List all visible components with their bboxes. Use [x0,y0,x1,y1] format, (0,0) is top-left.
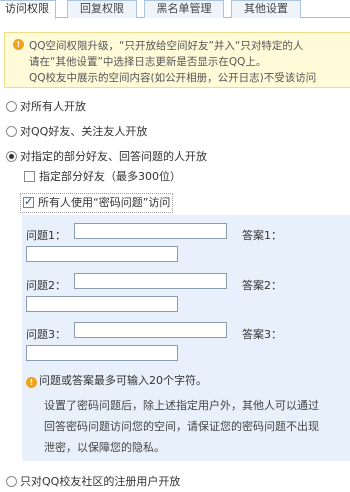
option-label: 对QQ好友、关注友人开放 [20,125,148,138]
radio-button-selected[interactable] [6,151,17,162]
question-2-input[interactable] [74,273,227,289]
option-label: 对指定的部分好友、回答问题的人开放 [20,150,207,163]
tab-reply-permission[interactable]: 回复权限 [67,0,137,18]
answer-3-label: 答案3： [242,328,282,341]
checkbox-checked[interactable] [23,195,34,209]
tab-label: 回复权限 [80,2,124,15]
tab-label: 黑名单管理 [156,2,212,15]
option-qq-friends[interactable]: 对QQ好友、关注友人开放 [6,125,147,139]
info-icon: ! [26,377,37,388]
question-3-label: 问题3： [26,328,66,341]
notice-line-3: QQ校友中展示的空间内容(如公开相册，公开日志)不受该访问 [29,72,317,84]
answer-2-label: 答案2： [242,279,282,292]
answer-1-input[interactable] [26,246,178,262]
question-2-label: 问题2： [26,279,66,292]
checkbox-password-question[interactable]: 所有人使用“密码问题”访问 [20,193,174,213]
notice-box: ! QQ空间权限升级，“只开放给空间好友”并入“只对特定的人 请在“其他设置”中… [4,32,350,88]
checkbox-label: 指定部分好友（最多300位） [39,170,181,183]
checkbox[interactable] [24,171,35,182]
option-label: 只对QQ校友社区的注册用户开放 [20,475,181,488]
description-line-3: 泄密，以保障您的隐私。 [44,441,165,454]
option-all-public[interactable]: 对所有人开放 [6,100,86,114]
option-campus-users[interactable]: 只对QQ校友社区的注册用户开放 [6,475,180,489]
description-line-2: 回答密码问题访问您的空间，请保证您的密码问题不出现 [44,420,319,433]
checkbox-specify-friends[interactable]: 指定部分好友（最多300位） [24,170,181,184]
question-1-input[interactable] [74,223,227,239]
char-limit-hint: ! 问题或答案最多可输入20个字符。 [26,372,207,388]
description-line-1: 设置了密码问题后，除上述指定用户外，其他人可以通过 [44,399,319,412]
tab-label: 其他设置 [244,2,288,15]
radio-button[interactable] [6,476,17,487]
tab-label: 访问权限 [5,2,49,15]
radio-button[interactable] [6,126,17,137]
checkbox-label: 所有人使用“密码问题”访问 [38,196,171,209]
option-label: 对所有人开放 [20,100,86,113]
tab-blacklist[interactable]: 黑名单管理 [144,0,224,18]
answer-3-input[interactable] [26,345,178,361]
option-specific-friends[interactable]: 对指定的部分好友、回答问题的人开放 [6,150,207,164]
hint-text: 问题或答案最多可输入20个字符。 [39,374,207,387]
checkbox-focus-ring: 所有人使用“密码问题”访问 [20,193,174,213]
notice-line-1: QQ空间权限升级，“只开放给空间好友”并入“只对特定的人 [29,40,304,52]
answer-2-input[interactable] [26,296,178,312]
question-3-input[interactable] [74,322,227,338]
tab-bar: 访问权限 回复权限 黑名单管理 其他设置 [0,0,350,19]
info-icon: ! [13,39,24,50]
tab-other-settings[interactable]: 其他设置 [231,0,301,18]
tab-access-permission[interactable]: 访问权限 [0,0,56,19]
answer-1-label: 答案1： [242,229,282,242]
notice-line-2: 请在“其他设置”中选择日志更新是否显示在QQ上。 [29,56,267,68]
question-1-label: 问题1： [26,229,66,242]
radio-button[interactable] [6,101,17,112]
